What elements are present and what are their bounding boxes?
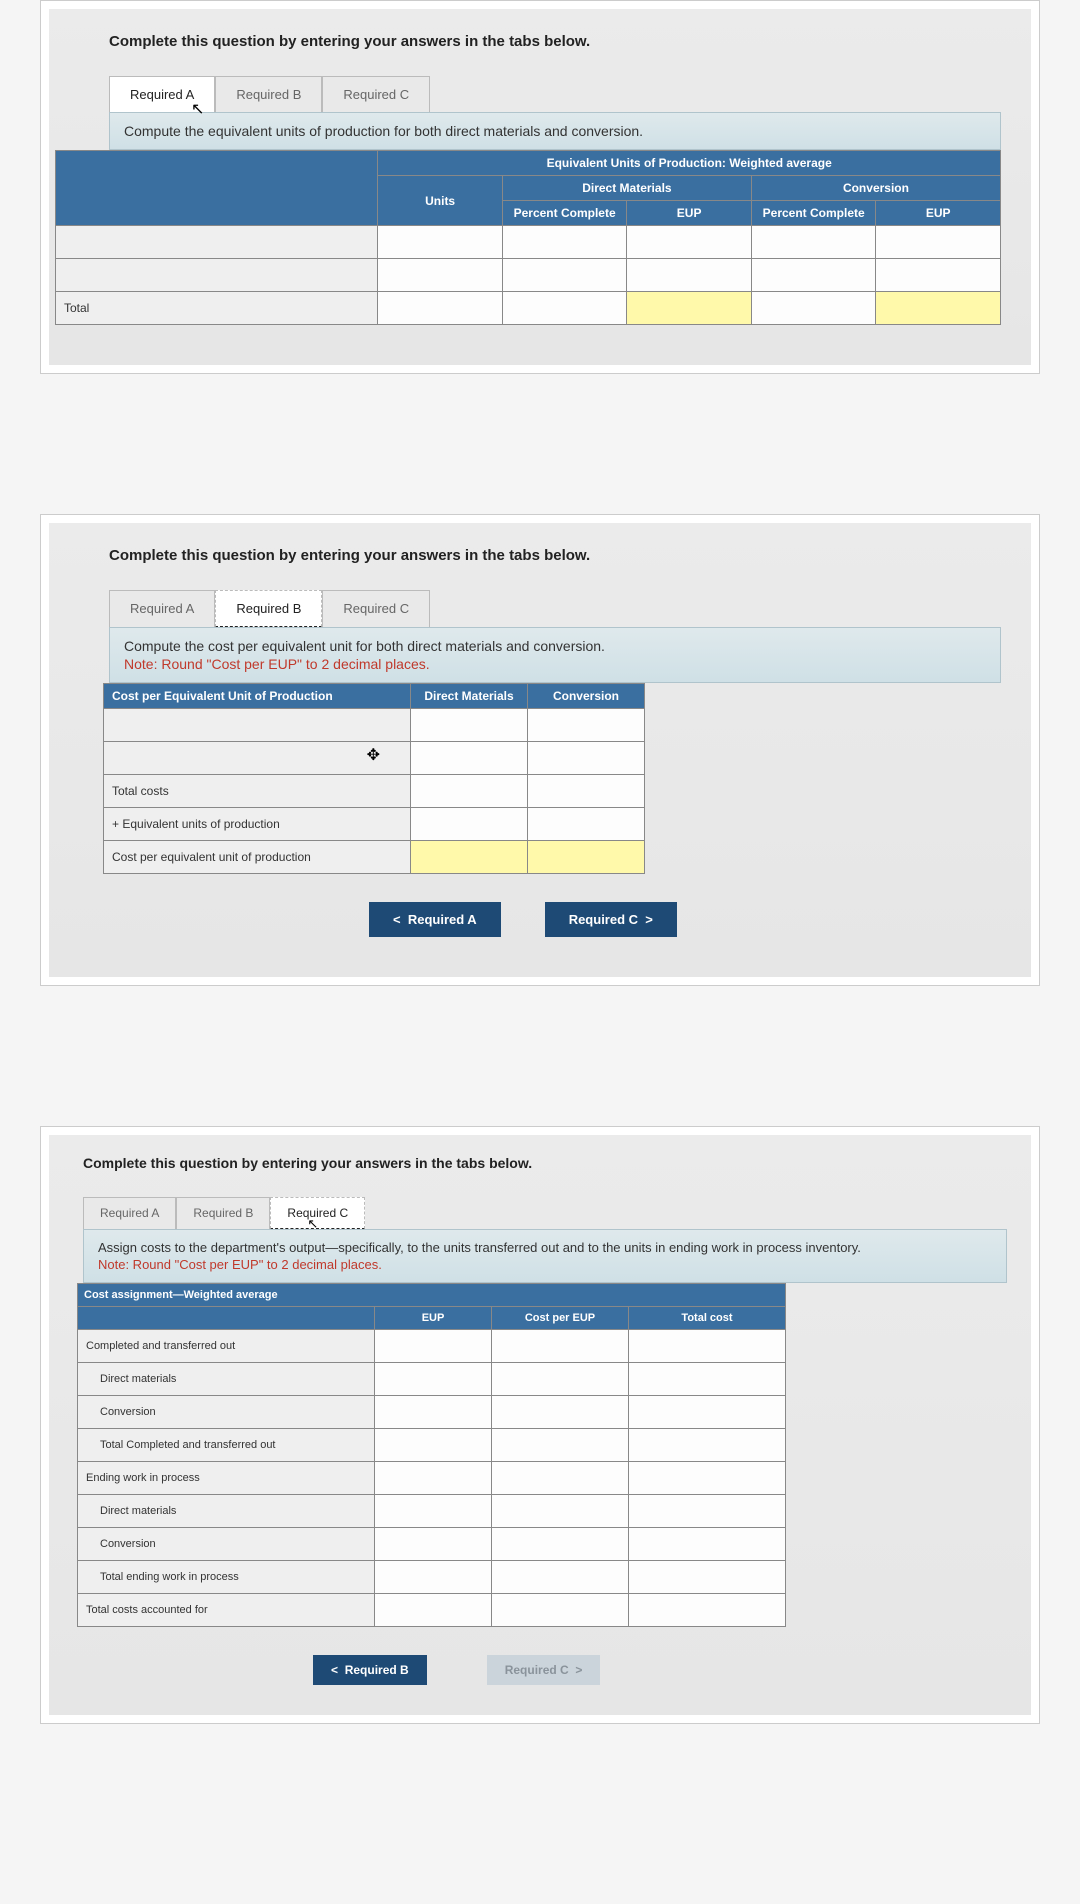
th-eup-2: EUP (876, 201, 1001, 226)
next-required-c-button-disabled: Required C > (487, 1655, 601, 1685)
th-title: Cost per Equivalent Unit of Production (104, 684, 411, 709)
tab-required-c[interactable]: Required C (322, 76, 430, 112)
table-row[interactable] (104, 709, 411, 742)
prompt-text: Compute the equivalent units of producti… (124, 123, 643, 139)
chevron-left-icon: < (331, 1663, 338, 1677)
pointer-cursor-icon: ↖ (307, 1216, 318, 1232)
chevron-left-icon: < (393, 912, 401, 927)
row-conv-2: Conversion (78, 1528, 375, 1561)
tabs-row: Required A Required B Required C (109, 590, 1001, 627)
row-dm: Direct materials (78, 1363, 375, 1396)
chevron-right-icon: > (645, 912, 653, 927)
nav-buttons: < Required B Required C > (83, 1655, 1007, 1685)
prompt-bar: Compute the equivalent units of producti… (109, 112, 1001, 150)
card-required-c: Complete this question by entering your … (40, 1126, 1040, 1724)
nav-buttons: < Required A Required C > (109, 902, 1001, 937)
total-row-label: Total (56, 292, 378, 325)
th-pct-2: Percent Complete (751, 201, 876, 226)
row-cto: Completed and transferred out (78, 1330, 375, 1363)
move-cursor-icon: ✥ (367, 745, 380, 765)
next-required-c-button[interactable]: Required C > (545, 902, 677, 937)
tab-required-c[interactable]: Required C (322, 590, 430, 627)
cost-assignment-table: Cost assignment—Weighted average EUP Cos… (77, 1283, 786, 1627)
table-row[interactable] (56, 259, 378, 292)
row-conv: Conversion (78, 1396, 375, 1429)
th-conv: Conversion (528, 684, 645, 709)
tabs-row: Required A Required B Required C ↖ (83, 1197, 1007, 1229)
eup-table: Equivalent Units of Production: Weighted… (55, 150, 1001, 325)
prompt-text: Compute the cost per equivalent unit for… (124, 638, 605, 654)
instruction-text: Complete this question by entering your … (109, 33, 1001, 50)
prev-required-b-button[interactable]: < Required B (313, 1655, 427, 1685)
th-eup: EUP (375, 1307, 492, 1330)
row-dm-2: Direct materials (78, 1495, 375, 1528)
row-ewip: Ending work in process (78, 1462, 375, 1495)
chevron-right-icon: > (575, 1663, 582, 1677)
prompt-bar: Compute the cost per equivalent unit for… (109, 627, 1001, 683)
tab-required-b[interactable]: Required B (215, 76, 322, 112)
tab-required-b[interactable]: Required B (176, 1197, 270, 1229)
cost-per-eup-table: Cost per Equivalent Unit of Production D… (103, 683, 645, 874)
card-required-b: Complete this question by entering your … (40, 514, 1040, 986)
th-total-cost: Total cost (629, 1307, 786, 1330)
card-required-a: Complete this question by entering your … (40, 0, 1040, 374)
tab-required-a[interactable]: Required A (83, 1197, 176, 1229)
pointer-cursor-icon: ↖ (191, 99, 204, 119)
prompt-bar: Assign costs to the department's output—… (83, 1229, 1007, 1283)
row-tewip: Total ending work in process (78, 1561, 375, 1594)
prompt-text: Assign costs to the department's output—… (98, 1240, 861, 1255)
note-text: Note: Round "Cost per EUP" to 2 decimal … (124, 656, 986, 672)
note-text: Note: Round "Cost per EUP" to 2 decimal … (98, 1257, 992, 1272)
row-tcto: Total Completed and transferred out (78, 1429, 375, 1462)
instruction-text: Complete this question by entering your … (83, 1155, 1007, 1171)
th-dm: Direct Materials (411, 684, 528, 709)
th-cpe: Cost per EUP (492, 1307, 629, 1330)
th-main: Equivalent Units of Production: Weighted… (378, 151, 1001, 176)
table-row[interactable] (56, 226, 378, 259)
instruction-text: Complete this question by entering your … (109, 547, 1001, 564)
total-costs-label: Total costs (104, 775, 411, 808)
th-title: Cost assignment—Weighted average (78, 1284, 786, 1307)
th-pct-1: Percent Complete (502, 201, 627, 226)
th-eup-1: EUP (627, 201, 752, 226)
table-row[interactable]: ✥ (104, 742, 411, 775)
row-tca: Total costs accounted for (78, 1594, 375, 1627)
th-conversion: Conversion (751, 176, 1000, 201)
tab-required-c[interactable]: Required C ↖ (270, 1197, 365, 1229)
th-direct-materials: Direct Materials (502, 176, 751, 201)
cpu-label: Cost per equivalent unit of production (104, 841, 411, 874)
tab-required-b[interactable]: Required B (215, 590, 322, 627)
tabs-row: Required A Required B Required C (109, 76, 1001, 112)
eup-label: + Equivalent units of production (104, 808, 411, 841)
prev-required-a-button[interactable]: < Required A (369, 902, 501, 937)
th-units: Units (378, 176, 503, 226)
tab-required-a[interactable]: Required A (109, 590, 215, 627)
